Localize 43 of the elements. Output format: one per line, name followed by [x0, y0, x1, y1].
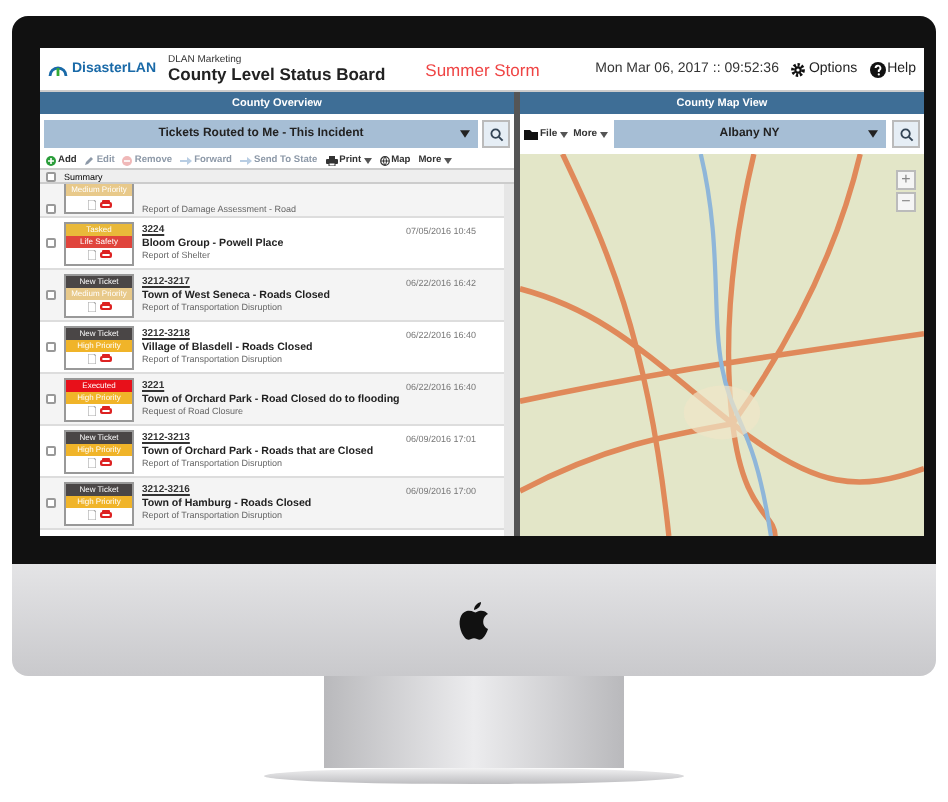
checkbox[interactable] [46, 342, 56, 352]
checkbox[interactable] [46, 498, 56, 508]
search-icon [899, 127, 913, 141]
caret-icon [559, 131, 568, 137]
search-button[interactable] [892, 120, 920, 148]
incident-name: Summer Storm [425, 59, 540, 79]
document-icon [87, 354, 95, 364]
printer-icon [325, 156, 338, 166]
vehicle-icon [99, 510, 111, 520]
vehicle-icon [99, 250, 111, 260]
gear-icon [790, 61, 807, 77]
logo-icon [458, 601, 490, 639]
minus-circle-icon [122, 156, 133, 166]
plus-circle-icon [46, 156, 56, 166]
arrow-icon [240, 156, 252, 166]
search-icon [489, 127, 503, 141]
help-icon [869, 61, 886, 77]
checkbox[interactable] [46, 446, 56, 456]
document-icon [87, 458, 95, 468]
vehicle-icon [99, 354, 111, 364]
document-icon [87, 199, 95, 209]
globe-icon [379, 156, 390, 166]
folder-icon [524, 129, 538, 139]
checkbox[interactable] [46, 290, 56, 300]
vehicle-icon [99, 458, 111, 468]
vehicle-icon [99, 302, 111, 312]
checkbox[interactable] [46, 394, 56, 404]
checkbox[interactable] [46, 238, 56, 248]
document-icon [87, 250, 95, 260]
arrow-icon [180, 156, 193, 166]
caret-icon [868, 130, 878, 138]
vehicle-icon [99, 406, 111, 416]
document-icon [87, 302, 95, 312]
document-icon [87, 406, 95, 416]
vehicle-icon [99, 199, 111, 209]
logo-icon [48, 61, 68, 77]
board-title: County Level Status Board [168, 65, 386, 83]
caret-icon [460, 130, 470, 138]
search-button[interactable] [482, 120, 510, 148]
checkbox[interactable] [46, 171, 56, 181]
checkbox[interactable] [46, 204, 56, 214]
caret-icon [599, 131, 608, 137]
document-icon [87, 510, 95, 520]
